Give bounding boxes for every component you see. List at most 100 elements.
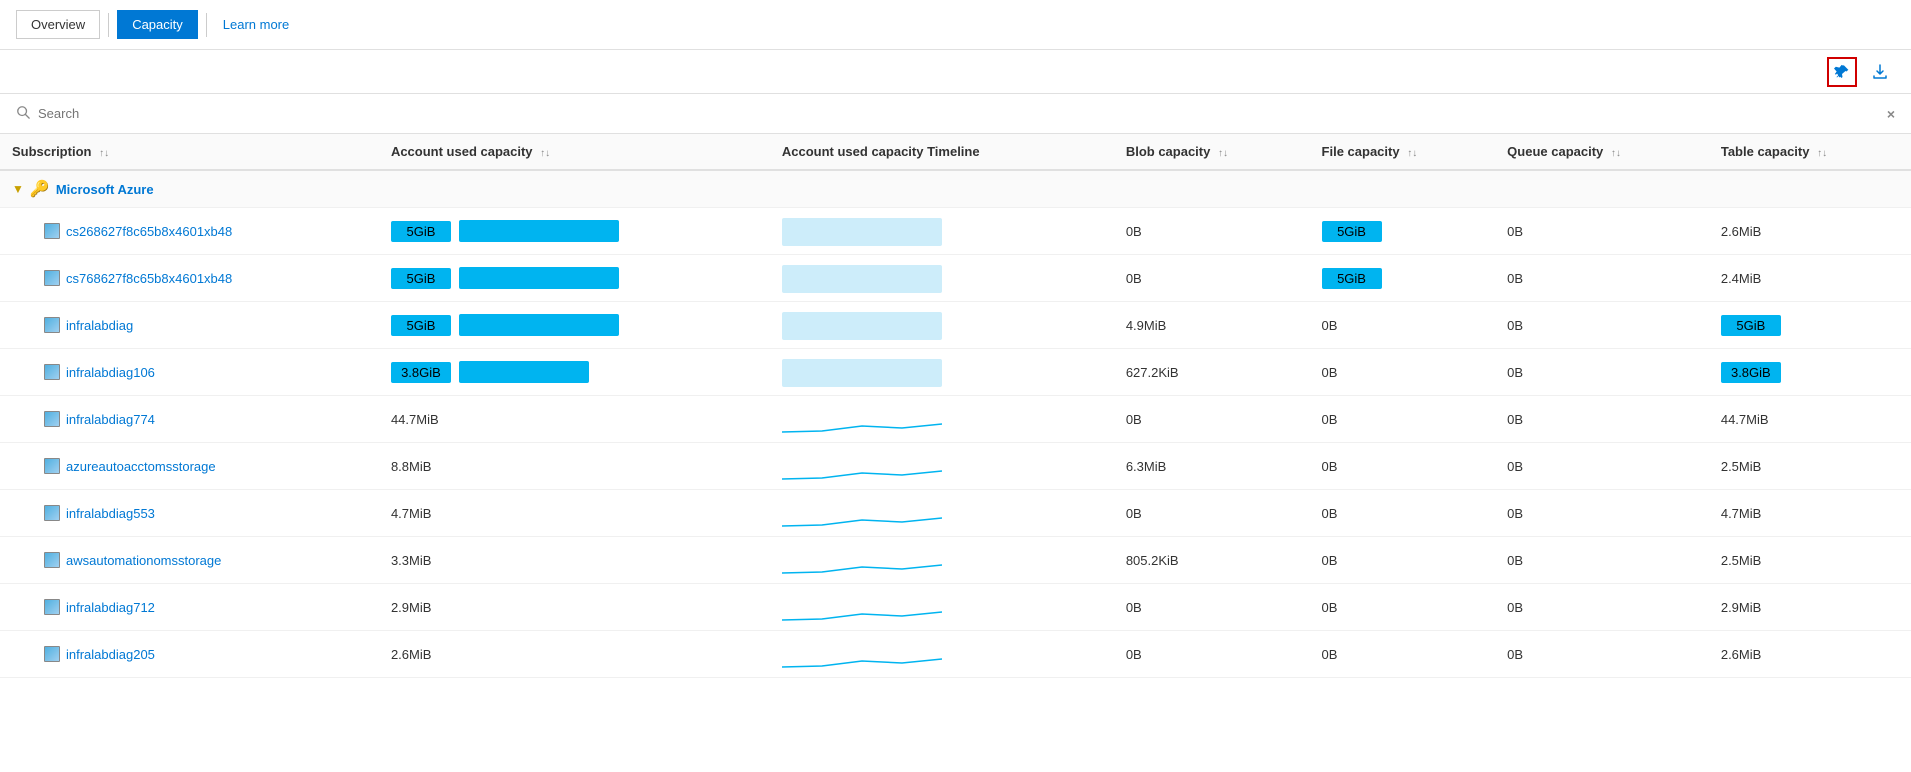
queue-capacity-cell: 0B	[1495, 584, 1709, 631]
account-used-capacity-cell: 2.9MiB	[379, 584, 770, 631]
timeline-bar-wrap	[782, 357, 942, 387]
file-capacity-cell: 5GiB	[1310, 255, 1496, 302]
file-capacity-cell: 0B	[1310, 537, 1496, 584]
name-cell: cs768627f8c65b8x4601xb48	[0, 255, 379, 302]
table-capacity-value: 44.7MiB	[1721, 412, 1769, 427]
table-row: infralabdiag106 3.8GiB 627.2KiB0B0B3.8Gi…	[0, 349, 1911, 396]
timeline-sparkline	[782, 641, 942, 669]
download-button[interactable]	[1865, 57, 1895, 87]
blob-capacity-cell: 0B	[1114, 631, 1310, 678]
queue-capacity-cell: 0B	[1495, 443, 1709, 490]
table-row: cs268627f8c65b8x4601xb48 5GiB 0B5GiB0B2.…	[0, 208, 1911, 255]
table-row: infralabdiag774 44.7MiB 0B0B0B44.7MiB	[0, 396, 1911, 443]
account-name-link[interactable]: infralabdiag553	[66, 506, 155, 521]
name-cell: azureautoacctomsstorage	[0, 443, 379, 490]
overview-button[interactable]: Overview	[16, 10, 100, 39]
name-cell: awsautomationomsstorage	[0, 537, 379, 584]
account-name-link[interactable]: infralabdiag	[66, 318, 133, 333]
file-capacity-cell: 0B	[1310, 443, 1496, 490]
queue-capacity-value: 0B	[1507, 553, 1523, 568]
table-capacity-cell: 2.9MiB	[1709, 584, 1911, 631]
queue-capacity-value: 0B	[1507, 647, 1523, 662]
blob-capacity-cell: 6.3MiB	[1114, 443, 1310, 490]
account-name-link[interactable]: awsautomationomsstorage	[66, 553, 221, 568]
queue-capacity-value: 0B	[1507, 600, 1523, 615]
name-cell: infralabdiag	[0, 302, 379, 349]
pin-icon	[1834, 64, 1850, 80]
capacity-table: Subscription ↑↓ Account used capacity ↑↓…	[0, 134, 1911, 678]
group-name-link[interactable]: Microsoft Azure	[56, 182, 154, 197]
sort-icon-table: ↑↓	[1817, 148, 1827, 159]
timeline-block	[782, 218, 942, 246]
toolbar-icons	[0, 50, 1911, 94]
capacity-bar-label: 5GiB	[391, 221, 451, 242]
col-account-used-capacity[interactable]: Account used capacity ↑↓	[379, 134, 770, 170]
capacity-bar-label: 5GiB	[391, 315, 451, 336]
timeline-line-wrap	[782, 545, 942, 575]
timeline-line-wrap	[782, 639, 942, 669]
queue-capacity-value: 0B	[1507, 412, 1523, 427]
storage-icon	[44, 411, 60, 427]
capacity-value: 8.8MiB	[391, 459, 431, 474]
pin-button[interactable]	[1827, 57, 1857, 87]
account-name-link[interactable]: cs768627f8c65b8x4601xb48	[66, 271, 232, 286]
table-capacity-cell: 5GiB	[1709, 302, 1911, 349]
blob-capacity-value: 0B	[1126, 506, 1142, 521]
account-name-link[interactable]: azureautoacctomsstorage	[66, 459, 216, 474]
table-row: awsautomationomsstorage 3.3MiB 805.2KiB 0…	[0, 537, 1911, 584]
file-capacity-value: 0B	[1322, 318, 1338, 333]
capacity-button[interactable]: Capacity	[117, 10, 198, 39]
azure-key-icon: 🔑	[30, 179, 50, 199]
download-icon	[1872, 64, 1888, 80]
col-table-capacity[interactable]: Table capacity ↑↓	[1709, 134, 1911, 170]
search-input[interactable]	[38, 106, 1887, 121]
file-capacity-value: 0B	[1322, 553, 1338, 568]
account-name-link[interactable]: infralabdiag712	[66, 600, 155, 615]
table-row: infralabdiag712 2.9MiB 0B0B0B2.9MiB	[0, 584, 1911, 631]
account-used-capacity-cell: 3.3MiB	[379, 537, 770, 584]
queue-capacity-cell: 0B	[1495, 490, 1709, 537]
queue-capacity-cell: 0B	[1495, 349, 1709, 396]
timeline-cell	[770, 584, 1114, 631]
account-name-link[interactable]: infralabdiag774	[66, 412, 155, 427]
table-capacity-value: 4.7MiB	[1721, 506, 1761, 521]
nav-divider-1	[108, 13, 109, 37]
capacity-value: 2.9MiB	[391, 600, 431, 615]
table-capacity-cell: 2.4MiB	[1709, 255, 1911, 302]
file-capacity-value: 0B	[1322, 647, 1338, 662]
col-blob-capacity[interactable]: Blob capacity ↑↓	[1114, 134, 1310, 170]
storage-icon	[44, 317, 60, 333]
table-capacity-cell: 44.7MiB	[1709, 396, 1911, 443]
search-clear-button[interactable]: ×	[1887, 106, 1895, 122]
account-name-link[interactable]: infralabdiag106	[66, 365, 155, 380]
table-capacity-value: 2.5MiB	[1721, 553, 1761, 568]
table-capacity-value: 2.5MiB	[1721, 459, 1761, 474]
file-capacity-value: 0B	[1322, 506, 1338, 521]
timeline-cell	[770, 537, 1114, 584]
col-queue-capacity[interactable]: Queue capacity ↑↓	[1495, 134, 1709, 170]
timeline-cell	[770, 631, 1114, 678]
timeline-cell	[770, 302, 1114, 349]
account-name-link[interactable]: cs268627f8c65b8x4601xb48	[66, 224, 232, 239]
col-subscription[interactable]: Subscription ↑↓	[0, 134, 379, 170]
name-cell: infralabdiag553	[0, 490, 379, 537]
learn-more-link[interactable]: Learn more	[215, 11, 297, 38]
expand-arrow[interactable]: ▼	[12, 182, 24, 196]
file-capacity-value: 5GiB	[1322, 268, 1382, 289]
account-name-link[interactable]: infralabdiag205	[66, 647, 155, 662]
account-used-capacity-cell: 8.8MiB	[379, 443, 770, 490]
table-header-row: Subscription ↑↓ Account used capacity ↑↓…	[0, 134, 1911, 170]
blob-capacity-value: 627.2KiB	[1126, 365, 1179, 380]
col-account-used-capacity-timeline[interactable]: Account used capacity Timeline	[770, 134, 1114, 170]
sort-icon-subscription: ↑↓	[99, 148, 109, 159]
capacity-bar-label: 5GiB	[391, 268, 451, 289]
file-capacity-value: 0B	[1322, 412, 1338, 427]
table-capacity-value: 2.4MiB	[1721, 271, 1761, 286]
blob-capacity-cell: 805.2KiB	[1114, 537, 1310, 584]
file-capacity-cell: 0B	[1310, 302, 1496, 349]
table-capacity-cell: 4.7MiB	[1709, 490, 1911, 537]
timeline-cell	[770, 490, 1114, 537]
col-file-capacity[interactable]: File capacity ↑↓	[1310, 134, 1496, 170]
timeline-bar-wrap	[782, 216, 942, 246]
blob-capacity-cell: 627.2KiB	[1114, 349, 1310, 396]
